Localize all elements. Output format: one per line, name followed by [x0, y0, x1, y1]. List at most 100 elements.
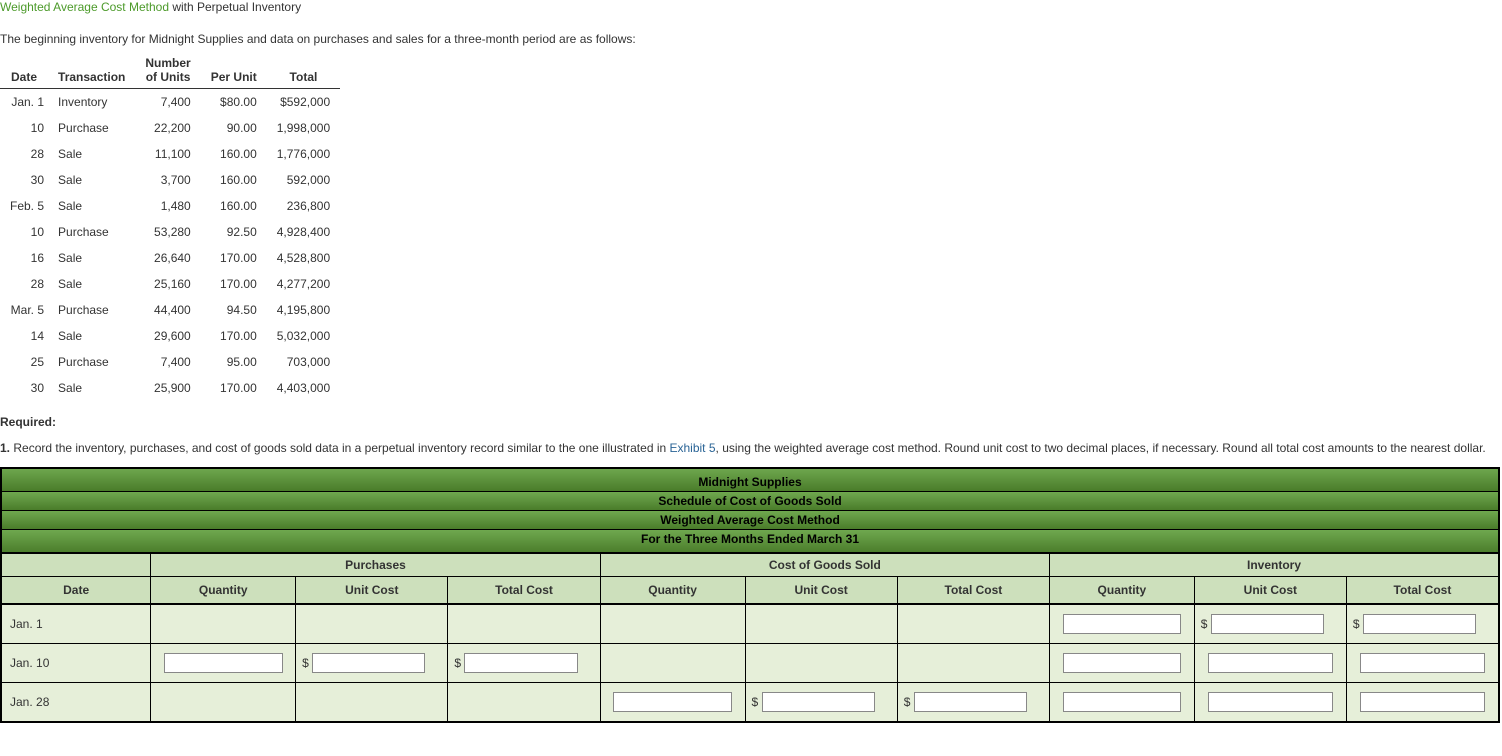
question-before: Record the inventory, purchases, and cos…: [10, 441, 669, 455]
cell-date: Jan. 1: [0, 89, 48, 116]
amount-input[interactable]: [312, 653, 425, 673]
cell-total: 703,000: [267, 349, 340, 375]
cell-per: 92.50: [201, 219, 267, 245]
dollar-sign: $: [752, 695, 762, 709]
th-perunit: Per Unit: [201, 52, 267, 89]
amount-input[interactable]: [1208, 653, 1333, 673]
exhibit-link[interactable]: Exhibit 5: [670, 441, 716, 455]
cell-units: 29,600: [135, 323, 200, 349]
cell-date: Feb. 5: [0, 193, 48, 219]
cell-total: 4,403,000: [267, 375, 340, 401]
cell-units: 7,400: [135, 89, 200, 116]
sched-cell-empty: [745, 604, 897, 644]
amount-input[interactable]: [914, 692, 1027, 712]
col-i-qty: Quantity: [1050, 577, 1195, 605]
question-1: 1. Record the inventory, purchases, and …: [0, 439, 1502, 457]
group-cogs: Cost of Goods Sold: [600, 553, 1049, 577]
table-row: Jan. 1Inventory7,400$80.00$592,000: [0, 89, 340, 116]
table-row: 30Sale3,700160.00592,000: [0, 167, 340, 193]
cell-per: 160.00: [201, 167, 267, 193]
amount-input[interactable]: [1363, 614, 1476, 634]
cell-units: 53,280: [135, 219, 200, 245]
amount-input[interactable]: [613, 692, 732, 712]
cell-txn: Purchase: [48, 297, 135, 323]
cell-date: 28: [0, 141, 48, 167]
col-c-tot: Total Cost: [897, 577, 1049, 605]
cell-per: 170.00: [201, 323, 267, 349]
amount-input[interactable]: [762, 692, 875, 712]
cell-units: 25,900: [135, 375, 200, 401]
sched-cell: [1050, 644, 1195, 683]
table-row: 30Sale25,900170.004,403,000: [0, 375, 340, 401]
cell-units: 44,400: [135, 297, 200, 323]
amount-input[interactable]: [464, 653, 577, 673]
amount-input[interactable]: [1211, 614, 1324, 634]
title-link[interactable]: Weighted Average Cost Method: [0, 0, 169, 14]
sched-cell: $: [296, 644, 448, 683]
schedule-row: Jan. 28$$: [1, 683, 1499, 723]
sched-cell: [1346, 683, 1499, 723]
col-c-qty: Quantity: [600, 577, 745, 605]
sched-title-4: For the Three Months Ended March 31: [1, 530, 1499, 554]
cell-total: 4,195,800: [267, 297, 340, 323]
cell-per: 95.00: [201, 349, 267, 375]
dollar-sign: $: [1353, 617, 1363, 631]
amount-input[interactable]: [1063, 614, 1182, 634]
col-p-unit: Unit Cost: [296, 577, 448, 605]
sched-cell-empty: [296, 604, 448, 644]
table-row: 10Purchase22,20090.001,998,000: [0, 115, 340, 141]
cell-total: 4,928,400: [267, 219, 340, 245]
sched-cell-empty: [448, 604, 600, 644]
cell-total: 4,277,200: [267, 271, 340, 297]
sched-cell: [1194, 644, 1346, 683]
dollar-sign: $: [302, 656, 312, 670]
cell-date: 28: [0, 271, 48, 297]
page-title: Weighted Average Cost Method with Perpet…: [0, 0, 1502, 14]
transactions-table: Date Transaction Number Per Unit Total o…: [0, 52, 340, 401]
cell-total: 4,528,800: [267, 245, 340, 271]
amount-input[interactable]: [164, 653, 283, 673]
sched-cell: [600, 683, 745, 723]
table-row: Feb. 5Sale1,480160.00236,800: [0, 193, 340, 219]
sched-cell-empty: [151, 683, 296, 723]
col-i-tot: Total Cost: [1346, 577, 1499, 605]
cell-total: $592,000: [267, 89, 340, 116]
cell-units: 3,700: [135, 167, 200, 193]
dollar-sign: $: [1201, 617, 1211, 631]
col-i-unit: Unit Cost: [1194, 577, 1346, 605]
cell-txn: Inventory: [48, 89, 135, 116]
th-units-1: Number: [135, 52, 200, 70]
sched-cell: [1050, 604, 1195, 644]
cell-units: 25,160: [135, 271, 200, 297]
schedule-table: Midnight Supplies Schedule of Cost of Go…: [0, 467, 1500, 723]
sched-title-2: Schedule of Cost of Goods Sold: [1, 492, 1499, 511]
dollar-sign: $: [454, 656, 464, 670]
sched-date: Jan. 1: [1, 604, 151, 644]
schedule-row: Jan. 1 $ $: [1, 604, 1499, 644]
col-p-qty: Quantity: [151, 577, 296, 605]
amount-input[interactable]: [1360, 653, 1485, 673]
cell-units: 1,480: [135, 193, 200, 219]
title-rest: with Perpetual Inventory: [169, 0, 301, 14]
sched-cell: $: [745, 683, 897, 723]
col-c-unit: Unit Cost: [745, 577, 897, 605]
group-purchases: Purchases: [151, 553, 600, 577]
cell-units: 26,640: [135, 245, 200, 271]
amount-input[interactable]: [1208, 692, 1333, 712]
cell-txn: Sale: [48, 271, 135, 297]
table-row: 28Sale11,100160.001,776,000: [0, 141, 340, 167]
cell-total: 5,032,000: [267, 323, 340, 349]
cell-units: 7,400: [135, 349, 200, 375]
sched-cell: [1194, 683, 1346, 723]
sched-cell: [1346, 644, 1499, 683]
cell-per: 170.00: [201, 245, 267, 271]
cell-units: 22,200: [135, 115, 200, 141]
amount-input[interactable]: [1063, 653, 1182, 673]
sched-cell-empty: [296, 683, 448, 723]
sched-cell: $: [448, 644, 600, 683]
amount-input[interactable]: [1063, 692, 1182, 712]
amount-input[interactable]: [1360, 692, 1485, 712]
cell-txn: Sale: [48, 141, 135, 167]
sched-cell-empty: [600, 644, 745, 683]
cell-date: 14: [0, 323, 48, 349]
